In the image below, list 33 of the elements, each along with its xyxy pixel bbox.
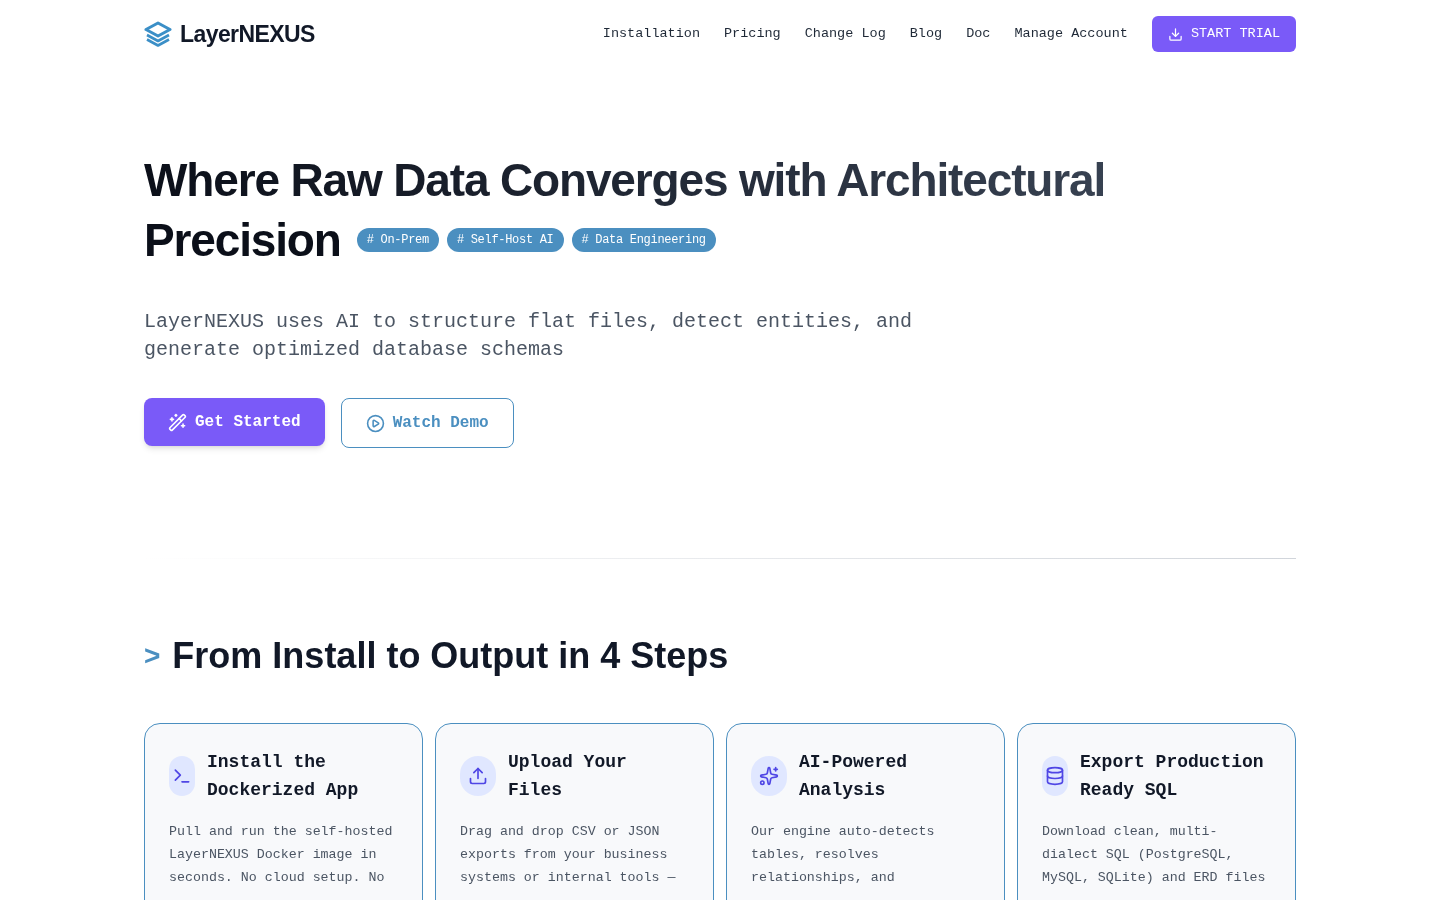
- card-description: Download clean, multi-dialect SQL (PostgreSQL, MySQL, SQLite) and ERD files: [1042, 823, 1267, 887]
- database-icon: [1042, 756, 1068, 796]
- tag: # Self-Host AI: [446, 228, 564, 252]
- upload-icon: [460, 756, 496, 796]
- tag: # On-Prem: [356, 228, 439, 252]
- card-title: Upload Your Files: [508, 751, 628, 802]
- chevron-marker: >: [144, 639, 161, 673]
- terminal-icon: [169, 756, 195, 796]
- hero-description: LayerNEXUS uses AI to structure flat files, detect entities, and generate optimized database schemas: [144, 309, 914, 363]
- card-title: AI-Powered Analysis: [799, 751, 909, 802]
- nav-link[interactable]: Doc: [966, 23, 991, 45]
- card-title: Export Production Ready SQL: [1080, 751, 1265, 802]
- magic-wand-icon: [168, 412, 187, 432]
- layers-logo-icon: [144, 20, 172, 48]
- nav-link[interactable]: Installation: [602, 23, 700, 45]
- card-title: Install the Dockerized App: [207, 751, 360, 802]
- nav-link[interactable]: Blog: [909, 23, 943, 45]
- tag: # Data Engineering: [571, 228, 716, 252]
- watch-demo-button[interactable]: Watch Demo: [340, 398, 514, 448]
- card-description: Pull and run the self-hosted LayerNEXUS Docker image in seconds. No cloud setup. No: [169, 823, 394, 887]
- play-icon: [365, 413, 385, 433]
- hero-title: Precision: [144, 213, 341, 268]
- get-started-button[interactable]: Get Started: [144, 398, 325, 446]
- start-trial-button[interactable]: START TRIAL: [1151, 16, 1296, 52]
- sparkles-icon: [751, 756, 787, 796]
- card-description: Our engine auto-detects tables, resolves relationships, and: [751, 823, 936, 887]
- nav-link[interactable]: Manage Account: [1014, 23, 1128, 45]
- card-description: Drag and drop CSV or JSON exports from your business systems or internal tools —: [460, 823, 677, 887]
- section-title: From Install to Output in 4 Steps: [172, 634, 729, 678]
- nav-link[interactable]: Change Log: [804, 23, 886, 45]
- brand-name[interactable]: LayerNEXUS: [180, 16, 315, 52]
- download-icon: [1167, 26, 1183, 42]
- nav-link[interactable]: Pricing: [724, 23, 781, 45]
